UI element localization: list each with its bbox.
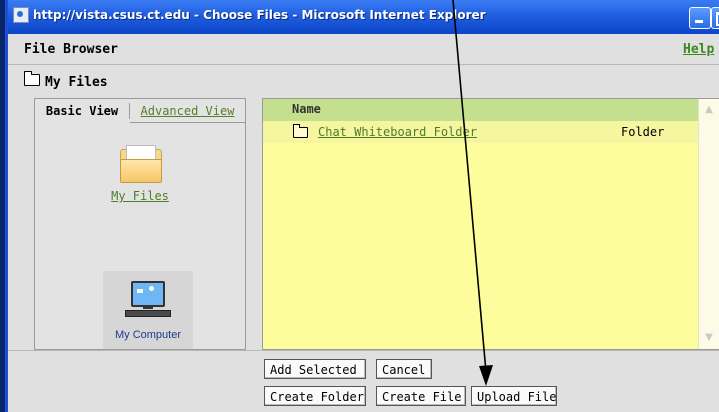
scroll-up-icon[interactable]: ▲ [701, 102, 717, 118]
folder-icon [293, 124, 308, 138]
create-file-button[interactable]: Create File [376, 386, 466, 406]
maximize-icon[interactable] [711, 7, 719, 29]
cancel-button[interactable]: Cancel [376, 359, 432, 379]
file-list: Name Chat Whiteboard Folder Folder ▲ ▼ [262, 98, 719, 350]
current-location-label: My Files [45, 75, 108, 90]
minimize-icon[interactable] [689, 7, 711, 29]
scroll-down-icon[interactable]: ▼ [701, 330, 717, 346]
my-computer-label: My Computer [114, 329, 182, 341]
tab-basic-view[interactable]: Basic View [35, 99, 129, 123]
current-location: My Files [24, 71, 108, 90]
add-selected-button[interactable]: Add Selected [264, 359, 366, 379]
list-header: Name [263, 99, 698, 121]
header-bar: File Browser Help [8, 34, 719, 65]
computer-icon [125, 281, 171, 321]
my-computer-item[interactable]: My Computer [103, 271, 193, 349]
ie-page-icon [13, 7, 29, 23]
view-panel: Basic View Advanced View My Files My Com… [34, 98, 246, 350]
file-type: Folder [621, 125, 665, 139]
vertical-scrollbar[interactable]: ▲ ▼ [698, 99, 719, 349]
tab-advanced-view[interactable]: Advanced View [130, 99, 245, 123]
window-titlebar[interactable]: http://vista.csus.ct.edu - Choose Files … [8, 0, 719, 34]
my-files-folder-icon[interactable] [120, 145, 164, 183]
column-header-name[interactable]: Name [292, 102, 321, 116]
divider [8, 350, 719, 351]
file-browser-content: File Browser Help My Files Basic View Ad… [8, 34, 719, 412]
my-files-link[interactable]: My Files [35, 189, 245, 203]
upload-file-button[interactable]: Upload File [471, 386, 557, 406]
file-name-link[interactable]: Chat Whiteboard Folder [318, 125, 477, 139]
help-link[interactable]: Help [683, 42, 714, 57]
open-folder-icon [24, 71, 40, 86]
table-row[interactable]: Chat Whiteboard Folder Folder [263, 121, 698, 143]
window-title: http://vista.csus.ct.edu - Choose Files … [33, 8, 486, 22]
page-title: File Browser [24, 42, 118, 57]
create-folder-button[interactable]: Create Folder [264, 386, 366, 406]
